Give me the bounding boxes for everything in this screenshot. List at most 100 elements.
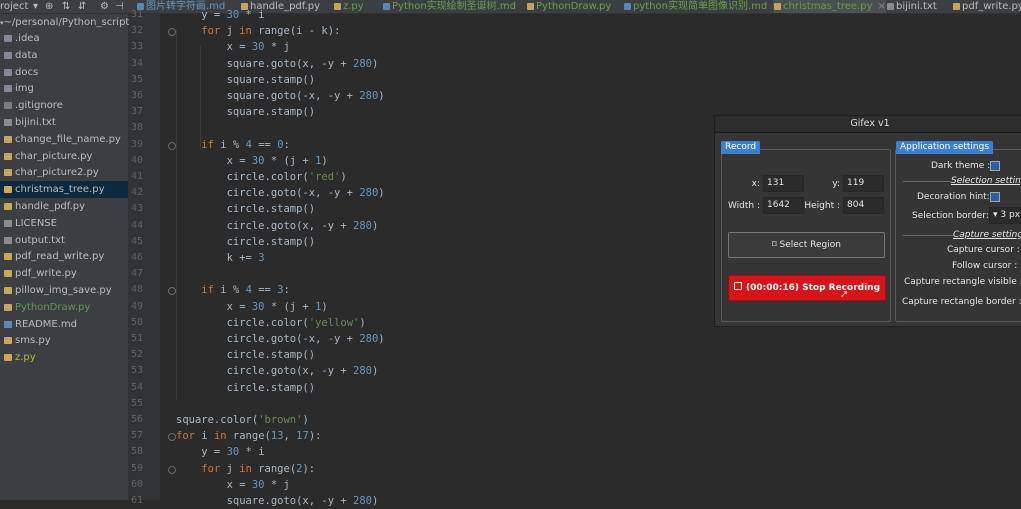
sidebar-item[interactable]: char_picture.py xyxy=(0,148,128,165)
code-line[interactable]: circle.stamp() xyxy=(176,234,316,250)
line-number: 55 xyxy=(130,397,143,409)
tab-pdf-write[interactable]: pdf_write.py xyxy=(952,0,1021,13)
line-number: 36 xyxy=(130,90,143,101)
sidebar-item[interactable]: LICENSE xyxy=(0,215,128,232)
width-value-field[interactable]: 1642 xyxy=(763,197,804,214)
sidebar-item[interactable]: pillow_img_save.py xyxy=(0,282,128,299)
line-number: 53 xyxy=(130,365,143,377)
sidebar-item[interactable]: data xyxy=(0,47,128,64)
tab-pythondraw[interactable]: PythonDraw.py xyxy=(526,0,611,13)
code-line[interactable]: x = 30 * (j + 1) xyxy=(176,153,328,169)
line-number: 38 xyxy=(130,122,143,134)
close-tab-icon[interactable]: × xyxy=(878,1,886,12)
project-view-selector[interactable]: roject xyxy=(0,0,28,13)
code-line[interactable]: square.stamp() xyxy=(176,104,316,120)
project-root-path[interactable]: ▾~/personal/Python_script xyxy=(0,16,129,30)
sidebar-item[interactable]: pdf_read_write.py xyxy=(0,248,128,265)
py-file-icon xyxy=(4,135,12,143)
line-number: 39 xyxy=(130,138,143,150)
tab-christmas-md[interactable]: Python实现绘制圣诞树.md xyxy=(382,0,516,13)
sidebar-item[interactable]: handle_pdf.py xyxy=(0,198,128,215)
dark-theme-checkbox[interactable] xyxy=(990,161,1000,171)
target-icon[interactable]: ⊕ xyxy=(45,0,53,13)
code-line[interactable]: circle.stamp() xyxy=(176,380,316,396)
x-label: x: xyxy=(751,179,760,189)
code-line[interactable]: square.stamp() xyxy=(176,72,316,88)
height-value-field[interactable]: 804 xyxy=(843,197,884,214)
stop-recording-button[interactable]: (00:00:16) Stop Recording xyxy=(728,275,886,301)
code-line[interactable]: circle.goto(-x, -y + 280) xyxy=(176,331,385,347)
code-line[interactable]: circle.color('yellow') xyxy=(176,315,366,331)
line-number: 51 xyxy=(130,333,143,344)
code-line[interactable]: y = 30 * i xyxy=(176,7,264,23)
sidebar-item[interactable]: z.py xyxy=(0,349,128,366)
tab-bijini[interactable]: bijini.txt xyxy=(886,0,937,13)
sidebar-item[interactable]: .gitignore xyxy=(0,97,128,114)
line-number: 52 xyxy=(130,349,143,361)
fold-marker-icon[interactable] xyxy=(168,28,176,37)
code-line[interactable]: circle.goto(-x, -y + 280) xyxy=(176,185,385,201)
line-number: 42 xyxy=(130,187,143,199)
select-region-button[interactable]: ⌑ Select Region xyxy=(728,232,885,258)
tab-image-recognition-md[interactable]: python实现简单图像识别.md xyxy=(623,0,767,13)
code-line[interactable]: square.goto(x, -y + 280) xyxy=(176,493,379,509)
sidebar-item-label: christmas_tree.py xyxy=(15,184,105,196)
line-number: 47 xyxy=(130,268,143,280)
x-value-field[interactable]: 131 xyxy=(763,175,804,192)
decoration-hint-checkbox[interactable] xyxy=(990,192,1000,202)
fold-marker-icon[interactable] xyxy=(168,433,176,442)
application-settings-tab[interactable]: Application settings xyxy=(896,141,994,154)
fold-marker-icon[interactable] xyxy=(168,287,176,296)
record-tab[interactable]: Record xyxy=(721,141,761,154)
code-line[interactable]: circle.color('red') xyxy=(176,169,347,185)
code-line[interactable]: for j in range(i - k): xyxy=(176,23,340,39)
sidebar-item[interactable]: img xyxy=(0,80,128,97)
code-line[interactable]: x = 30 * j xyxy=(176,39,290,55)
code-line[interactable]: if i % 4 == 0: xyxy=(176,137,290,153)
code-line[interactable]: for j in range(2): xyxy=(176,461,315,477)
code-line[interactable]: x = 30 * (j + 1) xyxy=(176,299,328,315)
sidebar-item[interactable]: output.txt xyxy=(0,232,128,249)
expand-icon[interactable]: ⇵ xyxy=(78,0,86,13)
sidebar-item[interactable]: PythonDraw.py xyxy=(0,299,128,316)
line-number: 44 xyxy=(130,219,143,231)
code-line[interactable]: square.goto(-x, -y + 280) xyxy=(176,88,385,104)
code-line[interactable]: x = 30 * j xyxy=(176,477,290,493)
code-line[interactable]: square.color('brown') xyxy=(176,412,309,428)
y-value-field[interactable]: 119 xyxy=(843,175,884,192)
line-number: 56 xyxy=(130,414,143,425)
sidebar-item[interactable]: bijini.txt xyxy=(0,114,128,131)
chevron-down-icon[interactable]: ▾ xyxy=(33,0,38,13)
code-line[interactable]: circle.stamp() xyxy=(176,347,316,363)
sidebar-item-label: PythonDraw.py xyxy=(15,301,91,313)
code-line[interactable]: if i % 4 == 3: xyxy=(176,282,290,298)
tab-z-py[interactable]: z.py xyxy=(333,0,364,13)
code-line[interactable]: k += 3 xyxy=(176,250,265,266)
sidebar-item[interactable]: pdf_write.py xyxy=(0,265,128,282)
divider xyxy=(903,181,951,182)
sidebar-item[interactable]: char_picture2.py xyxy=(0,164,128,181)
project-panel-header: roject ▾ ⊕ ⇅ ⇵ ⚙ ⊣ xyxy=(0,0,128,13)
sidebar-item[interactable]: docs xyxy=(0,64,128,81)
code-line[interactable]: circle.stamp() xyxy=(176,201,316,217)
sidebar-item[interactable]: sms.py xyxy=(0,332,128,349)
fold-marker-icon[interactable] xyxy=(168,465,176,474)
fold-marker-icon[interactable] xyxy=(168,141,176,150)
code-line[interactable]: y = 30 * i xyxy=(176,444,264,460)
sidebar-item[interactable]: README.md xyxy=(0,316,128,333)
collapse-icon[interactable]: ⇅ xyxy=(62,0,70,13)
code-line[interactable]: circle.goto(x, -y + 280) xyxy=(176,363,379,379)
window-title[interactable]: Gifex v1 xyxy=(715,116,1021,133)
code-line[interactable]: circle.goto(x, -y + 280) xyxy=(176,218,379,234)
hide-icon[interactable]: ⊣ xyxy=(115,0,124,13)
gear-icon[interactable]: ⚙ xyxy=(100,0,109,13)
sidebar-item[interactable]: christmas_tree.py xyxy=(0,181,128,199)
code-line[interactable]: for i in range(13, 17): xyxy=(176,428,321,444)
tab-christmas-tree[interactable]: christmas_tree.py × xyxy=(773,0,886,13)
code-line[interactable]: square.goto(x, -y + 280) xyxy=(176,56,379,72)
sidebar-item-label: LICENSE xyxy=(15,217,57,229)
sidebar-item[interactable]: .idea xyxy=(0,30,128,47)
sidebar-item[interactable]: change_file_name.py xyxy=(0,131,128,148)
selection-border-select[interactable]: ▾ 3 px xyxy=(989,207,1021,224)
line-number: 48 xyxy=(130,284,143,296)
